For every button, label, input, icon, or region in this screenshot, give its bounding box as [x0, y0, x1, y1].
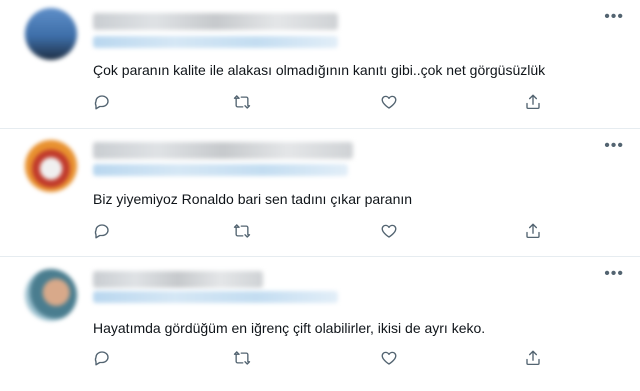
like-icon[interactable]: [380, 349, 400, 369]
tweet-actions: [93, 349, 553, 369]
blurred-user-name: [93, 271, 263, 288]
tweet-text: Çok paranın kalite ile alakası olmadığın…: [93, 62, 546, 78]
reply-icon[interactable]: [93, 222, 113, 242]
blurred-replying-to: [93, 291, 338, 303]
retweet-icon[interactable]: [233, 222, 253, 242]
reply-icon[interactable]: [93, 349, 113, 369]
blurred-replying-to: [93, 164, 348, 176]
avatar[interactable]: [25, 140, 77, 192]
more-icon[interactable]: •••: [604, 138, 624, 154]
more-icon[interactable]: •••: [604, 266, 624, 282]
like-icon[interactable]: [380, 222, 400, 242]
tweet-text: Biz yiyemiyoz Ronaldo bari sen tadını çı…: [93, 191, 413, 207]
blurred-user-name: [93, 142, 353, 159]
blurred-user-name: [93, 13, 338, 30]
retweet-icon[interactable]: [233, 93, 253, 113]
like-icon[interactable]: [380, 93, 400, 113]
share-icon[interactable]: [524, 349, 544, 369]
tweet[interactable]: ••• Hayatımda gördüğüm en iğrenç çift ol…: [0, 257, 640, 391]
reply-icon[interactable]: [93, 93, 113, 113]
reply-feed: ••• Çok paranın kalite ile alakası olmad…: [0, 0, 640, 391]
more-icon[interactable]: •••: [604, 9, 624, 25]
share-icon[interactable]: [524, 222, 544, 242]
tweet-actions: [93, 222, 553, 242]
tweet-text: Hayatımda gördüğüm en iğrenç çift olabil…: [93, 320, 486, 336]
tweet[interactable]: ••• Biz yiyemiyoz Ronaldo bari sen tadın…: [0, 129, 640, 257]
tweet-actions: [93, 93, 553, 113]
avatar[interactable]: [25, 269, 77, 321]
blurred-replying-to: [93, 36, 338, 48]
retweet-icon[interactable]: [233, 349, 253, 369]
share-icon[interactable]: [524, 93, 544, 113]
tweet[interactable]: ••• Çok paranın kalite ile alakası olmad…: [0, 0, 640, 129]
avatar[interactable]: [25, 8, 77, 60]
